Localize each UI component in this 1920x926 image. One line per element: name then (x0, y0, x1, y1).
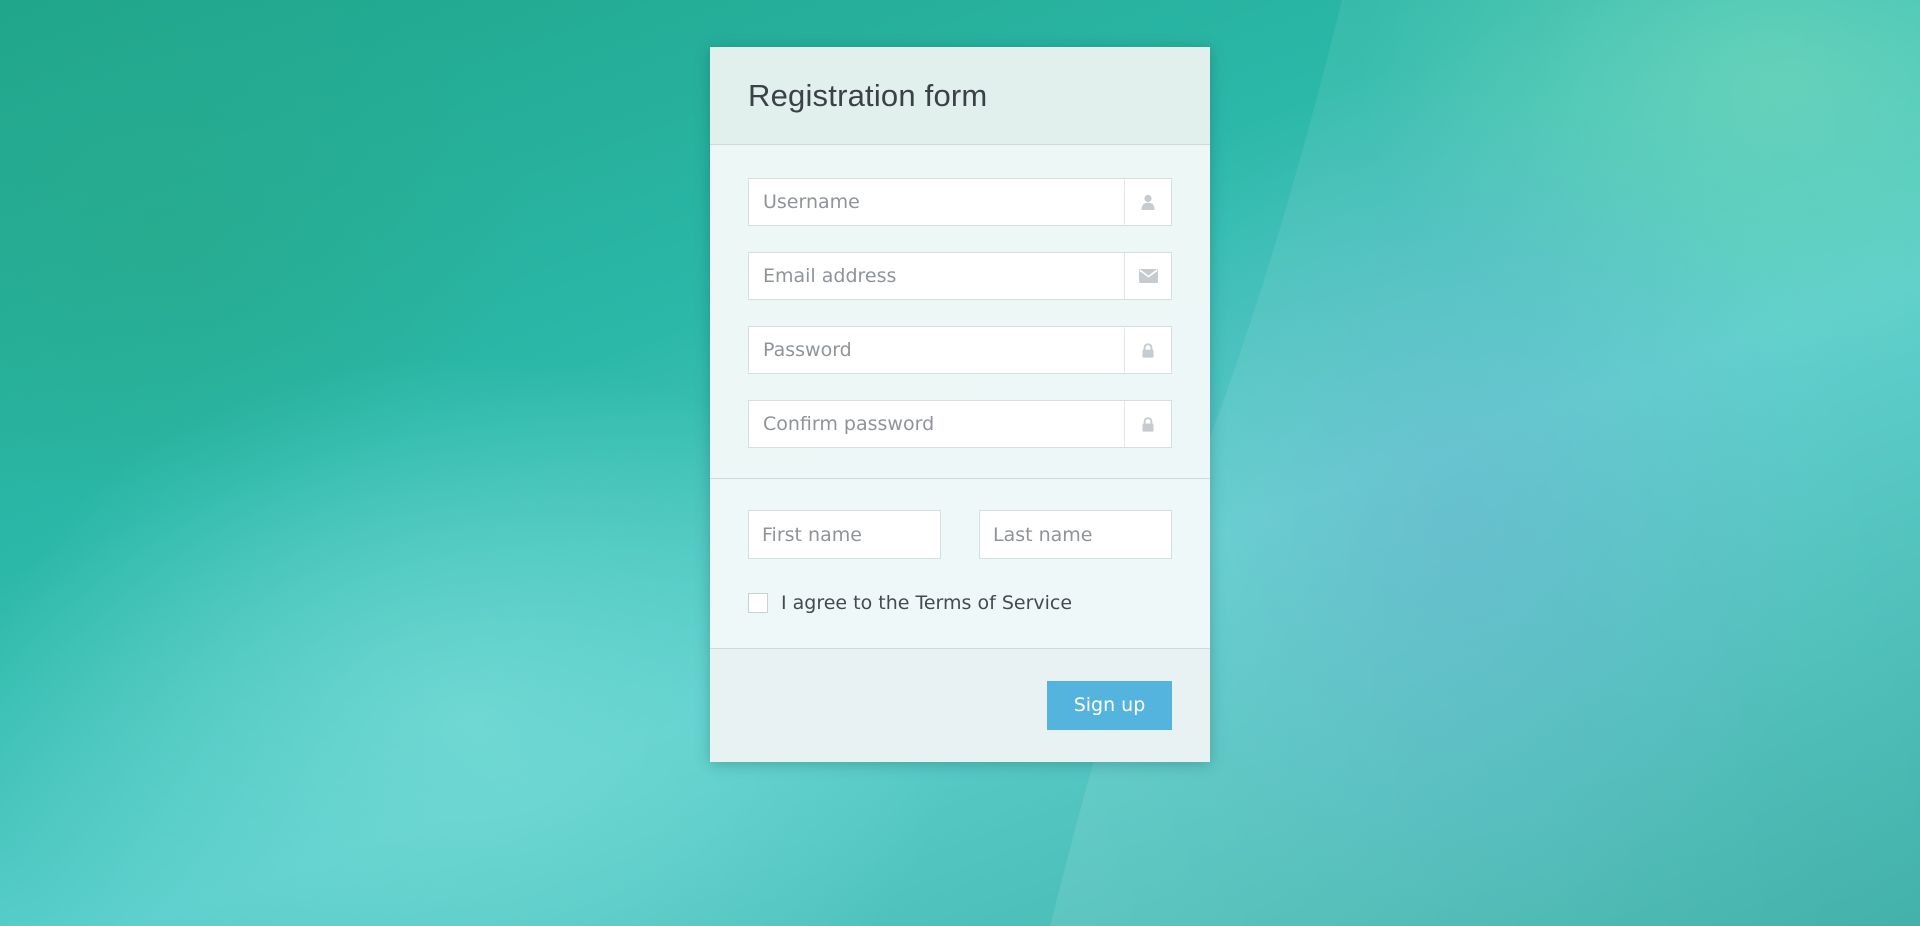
card-footer: Sign up (710, 649, 1210, 761)
password-field (748, 326, 1172, 374)
name-row (748, 510, 1172, 559)
confirm-password-input[interactable] (749, 401, 1124, 447)
page-title: Registration form (748, 77, 988, 113)
lock-icon (1124, 401, 1171, 447)
card-header: Registration form (710, 47, 1210, 145)
email-field (748, 252, 1172, 300)
first-name-input[interactable] (749, 511, 940, 558)
terms-checkbox[interactable] (748, 593, 768, 613)
registration-card: Registration form Username Email address… (710, 47, 1210, 762)
credentials-section (710, 145, 1210, 479)
last-name-input[interactable] (980, 511, 1171, 558)
lock-icon (1124, 327, 1171, 373)
last-name-field (979, 510, 1172, 559)
personal-section: I agree to the Terms of Service (710, 479, 1210, 649)
password-input[interactable] (749, 327, 1124, 373)
confirm-password-field (748, 400, 1172, 448)
email-input[interactable] (749, 253, 1124, 299)
user-icon (1124, 179, 1171, 225)
username-field (748, 178, 1172, 226)
envelope-icon (1124, 253, 1171, 299)
first-name-field (748, 510, 941, 559)
terms-label[interactable]: I agree to the Terms of Service (781, 592, 1072, 614)
sign-up-button[interactable]: Sign up (1047, 680, 1172, 730)
terms-row: I agree to the Terms of Service (748, 592, 1172, 614)
username-input[interactable] (749, 179, 1124, 225)
